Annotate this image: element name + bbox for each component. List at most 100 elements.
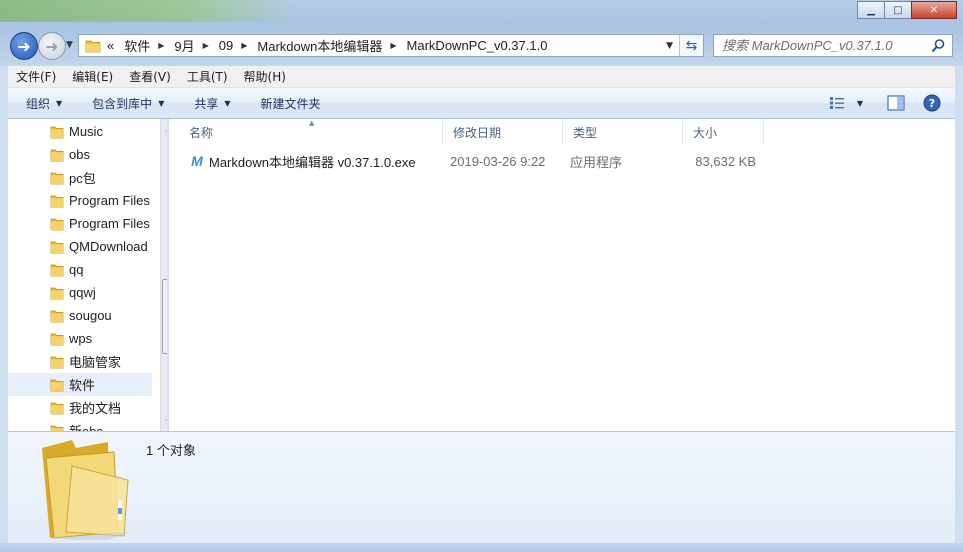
scroll-thumb[interactable]: ≡	[162, 279, 167, 354]
help-icon[interactable]: ?	[923, 94, 941, 112]
nav-item[interactable]: qq	[8, 258, 152, 281]
organize-label: 组织	[26, 96, 51, 111]
menu-view[interactable]: 查看(V)	[121, 68, 179, 85]
preview-pane-icon[interactable]	[887, 95, 905, 111]
menu-help[interactable]: 帮助(H)	[236, 68, 294, 85]
breadcrumb-item[interactable]: Markdown本地编辑器	[257, 36, 382, 55]
folder-icon	[50, 195, 64, 208]
nav-item[interactable]: 我的文档	[8, 396, 152, 419]
caret-down-icon: ▼	[224, 98, 231, 108]
file-size: 83,632 KB	[695, 153, 756, 169]
folder-icon	[50, 379, 64, 392]
chevron-right-icon[interactable]: ▶	[390, 41, 396, 50]
column-header-type[interactable]: 类型	[563, 119, 683, 145]
folder-icon	[50, 425, 64, 431]
nav-item[interactable]: Program Files	[8, 189, 152, 212]
breadcrumb-item[interactable]: 软件	[124, 36, 150, 55]
details-pane: 1 个对象	[8, 431, 955, 543]
folder-icon	[85, 40, 101, 52]
nav-item[interactable]: sougou	[8, 304, 152, 327]
menu-bar: 文件(F) 编辑(E) 查看(V) 工具(T) 帮助(H)	[8, 66, 955, 88]
column-header-name[interactable]: 名称	[169, 119, 443, 145]
nav-scrollbar[interactable]: ▲ ≡ ▼	[160, 119, 167, 431]
menu-edit[interactable]: 编辑(E)	[64, 68, 121, 85]
breadcrumb-item[interactable]: MarkDownPC_v0.37.1.0	[407, 38, 548, 53]
share-button[interactable]: 共享 ▼	[174, 95, 240, 112]
file-row[interactable]: M Markdown本地编辑器 v0.37.1.0.exe 2019-03-26…	[177, 149, 757, 173]
nav-item-label: qq	[69, 262, 84, 277]
scroll-down-arrow-icon[interactable]: ▼	[161, 413, 167, 430]
column-type-label: 类型	[573, 125, 598, 140]
folder-icon	[50, 241, 64, 254]
nav-item-label: qqwj	[69, 285, 96, 300]
new-folder-label: 新建文件夹	[260, 96, 321, 111]
folder-icon	[50, 218, 64, 231]
column-header-modified[interactable]: 修改日期	[443, 119, 563, 145]
address-bar[interactable]: « 软件 ▶ 9月 ▶ 09 ▶ Markdown本地编辑器 ▶ MarkDow…	[78, 34, 704, 57]
nav-item-label: 软件	[69, 378, 96, 393]
column-header-size[interactable]: 大小	[683, 119, 764, 145]
window-title-bar: ▁ □ ✕ ➜ ➜ ▼ « 软件 ▶ 9月 ▶ 09 ▶ Markdown本地编…	[0, 0, 963, 66]
column-modified-label: 修改日期	[453, 125, 502, 140]
nav-item[interactable]: Program Files	[8, 212, 152, 235]
nav-item-label: QMDownload	[69, 239, 148, 254]
nav-item-label: sougou	[69, 308, 112, 323]
large-folder-icon	[42, 440, 132, 540]
folder-icon	[50, 126, 64, 139]
nav-item-label: wps	[69, 331, 93, 346]
search-icon[interactable]	[930, 38, 946, 54]
breadcrumb-item[interactable]: 09	[219, 38, 233, 53]
sort-ascending-icon: ▲	[309, 119, 315, 127]
window-frame-bottom	[0, 543, 963, 552]
nav-item[interactable]: QMDownload	[8, 235, 152, 258]
view-options-dropdown[interactable]: ▼	[857, 99, 863, 108]
caret-down-icon: ▼	[56, 98, 63, 108]
include-in-library-label: 包含到库中	[92, 96, 153, 111]
arrow-left-icon: ➜	[17, 36, 31, 56]
include-in-library-button[interactable]: 包含到库中 ▼	[72, 95, 174, 112]
nav-item[interactable]: 电脑管家	[8, 350, 152, 373]
file-name-cell[interactable]: M Markdown本地编辑器 v0.37.1.0.exe	[189, 149, 416, 173]
nav-item-label: 新obs	[69, 421, 103, 431]
nav-item[interactable]: wps	[8, 327, 152, 350]
refresh-button[interactable]: ⇆	[679, 35, 703, 56]
nav-item-label: Program Files	[69, 193, 150, 208]
nav-item[interactable]: obs	[8, 143, 152, 166]
nav-item[interactable]: qqwj	[8, 281, 152, 304]
nav-item[interactable]: Music	[8, 120, 152, 143]
new-folder-button[interactable]: 新建文件夹	[241, 95, 331, 112]
organize-button[interactable]: 组织 ▼	[8, 95, 72, 112]
folder-icon	[50, 356, 64, 369]
command-bar: 组织 ▼ 包含到库中 ▼ 共享 ▼ 新建文件夹 ▼ ?	[8, 88, 955, 119]
file-name: Markdown本地编辑器 v0.37.1.0.exe	[209, 154, 416, 170]
minimize-button[interactable]: ▁	[857, 1, 885, 19]
breadcrumb-overflow[interactable]: «	[107, 38, 114, 53]
svg-text:?: ?	[929, 97, 935, 110]
folder-icon	[50, 310, 64, 323]
back-button[interactable]: ➜	[10, 32, 38, 60]
menu-tools[interactable]: 工具(T)	[179, 68, 236, 85]
chevron-right-icon[interactable]: ▶	[203, 41, 209, 50]
nav-item[interactable]: 软件	[8, 373, 152, 396]
chevron-right-icon[interactable]: ▶	[158, 41, 164, 50]
search-box[interactable]	[713, 34, 953, 57]
nav-item[interactable]: pc包	[8, 166, 152, 189]
address-history-dropdown[interactable]: ▼	[666, 41, 673, 51]
recent-pages-dropdown[interactable]: ▼	[66, 40, 73, 50]
breadcrumb-item[interactable]: 9月	[174, 36, 194, 55]
folder-icon	[50, 149, 64, 162]
folder-icon	[50, 402, 64, 415]
forward-button[interactable]: ➜	[38, 32, 66, 60]
scroll-up-arrow-icon[interactable]: ▲	[161, 120, 167, 137]
search-input[interactable]	[722, 38, 922, 53]
folder-icon	[50, 333, 64, 346]
nav-item-label: Music	[69, 124, 103, 139]
nav-item-label: 电脑管家	[69, 355, 122, 370]
chevron-right-icon[interactable]: ▶	[241, 41, 247, 50]
view-options-icon[interactable]	[829, 96, 847, 110]
maximize-button[interactable]: □	[884, 1, 912, 19]
folder-icon	[50, 264, 64, 277]
nav-item[interactable]: 新obs	[8, 419, 152, 431]
close-button[interactable]: ✕	[911, 1, 957, 19]
menu-file[interactable]: 文件(F)	[8, 68, 64, 85]
